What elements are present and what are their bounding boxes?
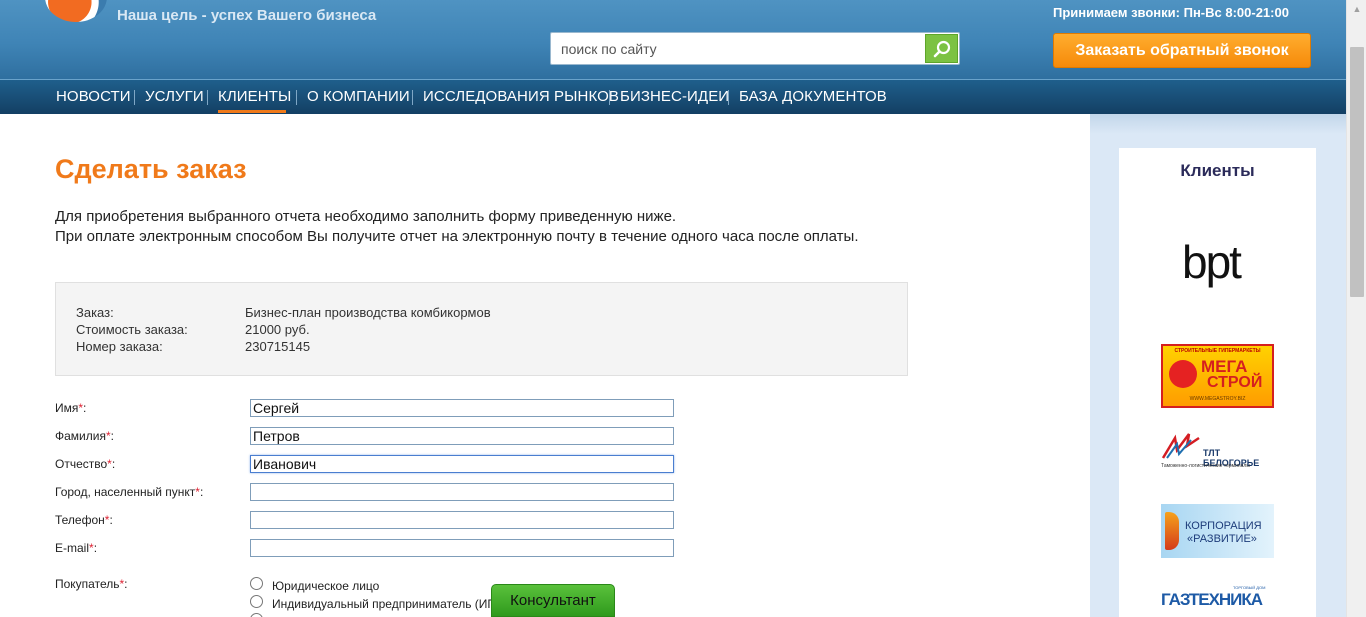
korporatsiya-text-2: «РАЗВИТИЕ» (1187, 533, 1257, 545)
intro-line: Для приобретения выбранного отчета необх… (55, 208, 677, 225)
scroll-thumb[interactable] (1350, 47, 1364, 297)
nav-clients[interactable]: КЛИЕНТЫ (218, 88, 291, 105)
buyer-label: Покупатель*: (55, 577, 128, 591)
nav-separator (728, 90, 729, 105)
label-text: Покупатель (55, 577, 120, 591)
nav-separator (412, 90, 413, 105)
nav-separator (296, 90, 297, 105)
label-text: Город, населенный пункт (55, 485, 196, 499)
page-title: Сделать заказ (55, 154, 247, 184)
consultant-button[interactable]: Консультант (491, 584, 615, 617)
bpt-logo[interactable]: bpt (1174, 223, 1264, 308)
label-colon: : (83, 401, 87, 415)
nav-news[interactable]: НОВОСТИ (56, 88, 131, 105)
label-text: Отчество (55, 457, 108, 471)
scrollbar[interactable]: ▲ (1346, 0, 1366, 617)
order-value: Бизнес-план производства комбикормов (245, 305, 491, 320)
order-number-value: 230715145 (245, 339, 311, 354)
logo-icon[interactable] (45, 0, 107, 22)
nav-separator (207, 90, 208, 105)
buyer-option-label: Индивидуальный предприниматель (ИП) (272, 597, 501, 611)
phone-label: Телефон*: (55, 513, 113, 527)
patronymic-field[interactable] (250, 455, 674, 473)
label-colon: : (110, 429, 114, 443)
gaztehnika-text: ГАЗТЕХНИКА (1161, 590, 1263, 609)
phone-field[interactable] (250, 511, 674, 529)
buyer-option-label: Юридическое лицо (272, 579, 380, 593)
nav-documents[interactable]: БАЗА ДОКУМЕНТОВ (739, 88, 887, 105)
callback-button[interactable]: Заказать обратный звонок (1053, 33, 1311, 68)
tlt-subtitle: Таможенно-логистические терминалы (1161, 463, 1250, 469)
label-colon: : (111, 457, 116, 471)
label-colon: : (93, 541, 98, 555)
first-name-field[interactable] (250, 399, 674, 417)
label-text: Телефон (55, 513, 105, 527)
last-name-label: Фамилия*: (55, 429, 114, 443)
main-nav: НОВОСТИ УСЛУГИ КЛИЕНТЫ О КОМПАНИИ ИССЛЕД… (0, 79, 1346, 114)
last-name-field[interactable] (250, 427, 674, 445)
tlt-logo[interactable]: ТЛТ БЕЛОГОРЬЕ Таможенно-логистические те… (1161, 432, 1274, 472)
korporatsiya-mark-icon (1165, 512, 1179, 550)
label-text: E-mail (55, 541, 90, 555)
label-colon: : (109, 513, 113, 527)
email-field[interactable] (250, 539, 674, 557)
page: Наша цель - успех Вашего бизнеса Принима… (0, 0, 1366, 617)
order-label: Заказ: (76, 305, 114, 320)
bpt-logo-text: bpt (1182, 236, 1242, 288)
intro-text: Для приобретения выбранного отчета необх… (55, 207, 859, 247)
megastroy-text-2: СТРОЙ (1207, 374, 1263, 391)
label-text: Имя (55, 401, 79, 415)
cost-value: 21000 руб. (245, 322, 310, 337)
nav-research[interactable]: ИССЛЕДОВАНИЯ РЫНКОВ (423, 88, 619, 105)
cost-label: Стоимость заказа: (76, 322, 188, 337)
nav-separator (134, 90, 135, 105)
patronymic-label: Отчество*: (55, 457, 115, 471)
korporatsiya-logo[interactable]: КОРПОРАЦИЯ «РАЗВИТИЕ» (1161, 504, 1274, 558)
search-box (550, 32, 960, 65)
city-field[interactable] (250, 483, 674, 501)
megastroy-logo[interactable]: СТРОИТЕЛЬНЫЕ ГИПЕРМАРКЕТЫ МЕГА СТРОЙ WWW… (1161, 344, 1274, 408)
nav-services[interactable]: УСЛУГИ (145, 88, 204, 105)
label-text: Фамилия (55, 429, 106, 443)
tagline: Наша цель - успех Вашего бизнеса (117, 7, 377, 24)
buyer-third-radio[interactable] (250, 613, 263, 617)
header: Наша цель - успех Вашего бизнеса Принима… (0, 0, 1346, 79)
nav-business-ideas[interactable]: БИЗНЕС-ИДЕИ (620, 88, 729, 105)
clients-panel: Клиенты bpt СТРОИТЕЛЬНЫЕ ГИПЕРМАРКЕТЫ МЕ… (1119, 148, 1316, 617)
label-colon: : (199, 485, 204, 499)
intro-line: При оплате электронным способом Вы получ… (55, 228, 859, 245)
email-label: E-mail*: (55, 541, 97, 555)
order-number-label: Номер заказа: (76, 339, 163, 354)
megastroy-top-text: СТРОИТЕЛЬНЫЕ ГИПЕРМАРКЕТЫ (1174, 348, 1261, 354)
clients-title: Клиенты (1180, 161, 1255, 180)
buyer-legal-entity-radio[interactable] (250, 577, 263, 590)
korporatsiya-text-1: КОРПОРАЦИЯ (1185, 520, 1262, 532)
tlt-wing-icon (1161, 433, 1200, 459)
city-label: Город, населенный пункт*: (55, 485, 203, 499)
gaztehnika-logo[interactable]: ТОРГОВЫЙ ДОМ ГАЗТЕХНИКА (1161, 582, 1274, 617)
label-colon: : (124, 577, 128, 591)
order-summary: Заказ: Бизнес-план производства комбикор… (55, 282, 908, 376)
first-name-label: Имя*: (55, 401, 86, 415)
nav-separator (609, 90, 610, 105)
phone-hours: Принимаем звонки: Пн-Вс 8:00-21:00 (1053, 5, 1289, 20)
nav-active-indicator (218, 110, 286, 113)
scroll-up-icon[interactable]: ▲ (1347, 0, 1366, 17)
buyer-entrepreneur-radio[interactable] (250, 595, 263, 608)
megastroy-url: WWW.MEGASTROY.BIZ (1189, 396, 1246, 402)
search-input[interactable] (551, 33, 923, 64)
megastroy-circle-icon (1169, 360, 1197, 388)
nav-about[interactable]: О КОМПАНИИ (307, 88, 410, 105)
search-button[interactable] (925, 34, 958, 63)
search-icon (933, 40, 950, 57)
